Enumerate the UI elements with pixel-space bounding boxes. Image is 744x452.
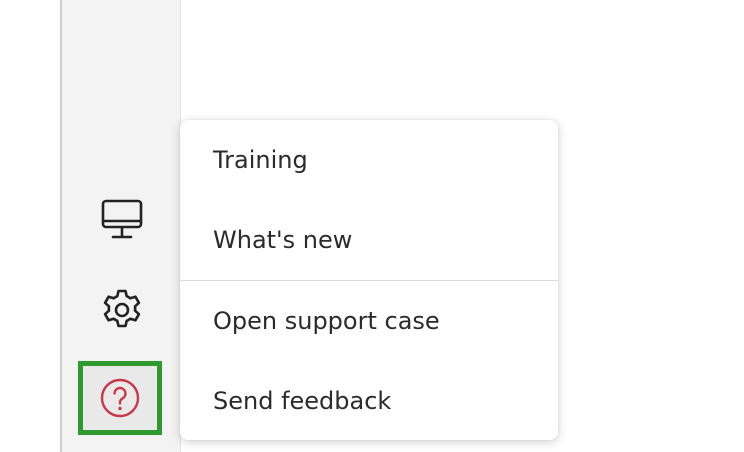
help-button[interactable] — [78, 361, 162, 435]
menu-item-send-feedback[interactable]: Send feedback — [180, 361, 558, 441]
app-window: Training What's new Open support case Se… — [0, 0, 744, 452]
help-menu: Training What's new Open support case Se… — [180, 120, 558, 440]
monitor-icon — [101, 199, 143, 239]
desktop-button[interactable] — [96, 194, 148, 246]
help-icon — [100, 378, 140, 418]
menu-item-open-support-case[interactable]: Open support case — [180, 281, 558, 361]
menu-item-whats-new[interactable]: What's new — [180, 200, 558, 280]
menu-item-training[interactable]: Training — [180, 120, 558, 200]
gear-icon — [103, 289, 141, 328]
settings-button[interactable] — [96, 284, 148, 336]
